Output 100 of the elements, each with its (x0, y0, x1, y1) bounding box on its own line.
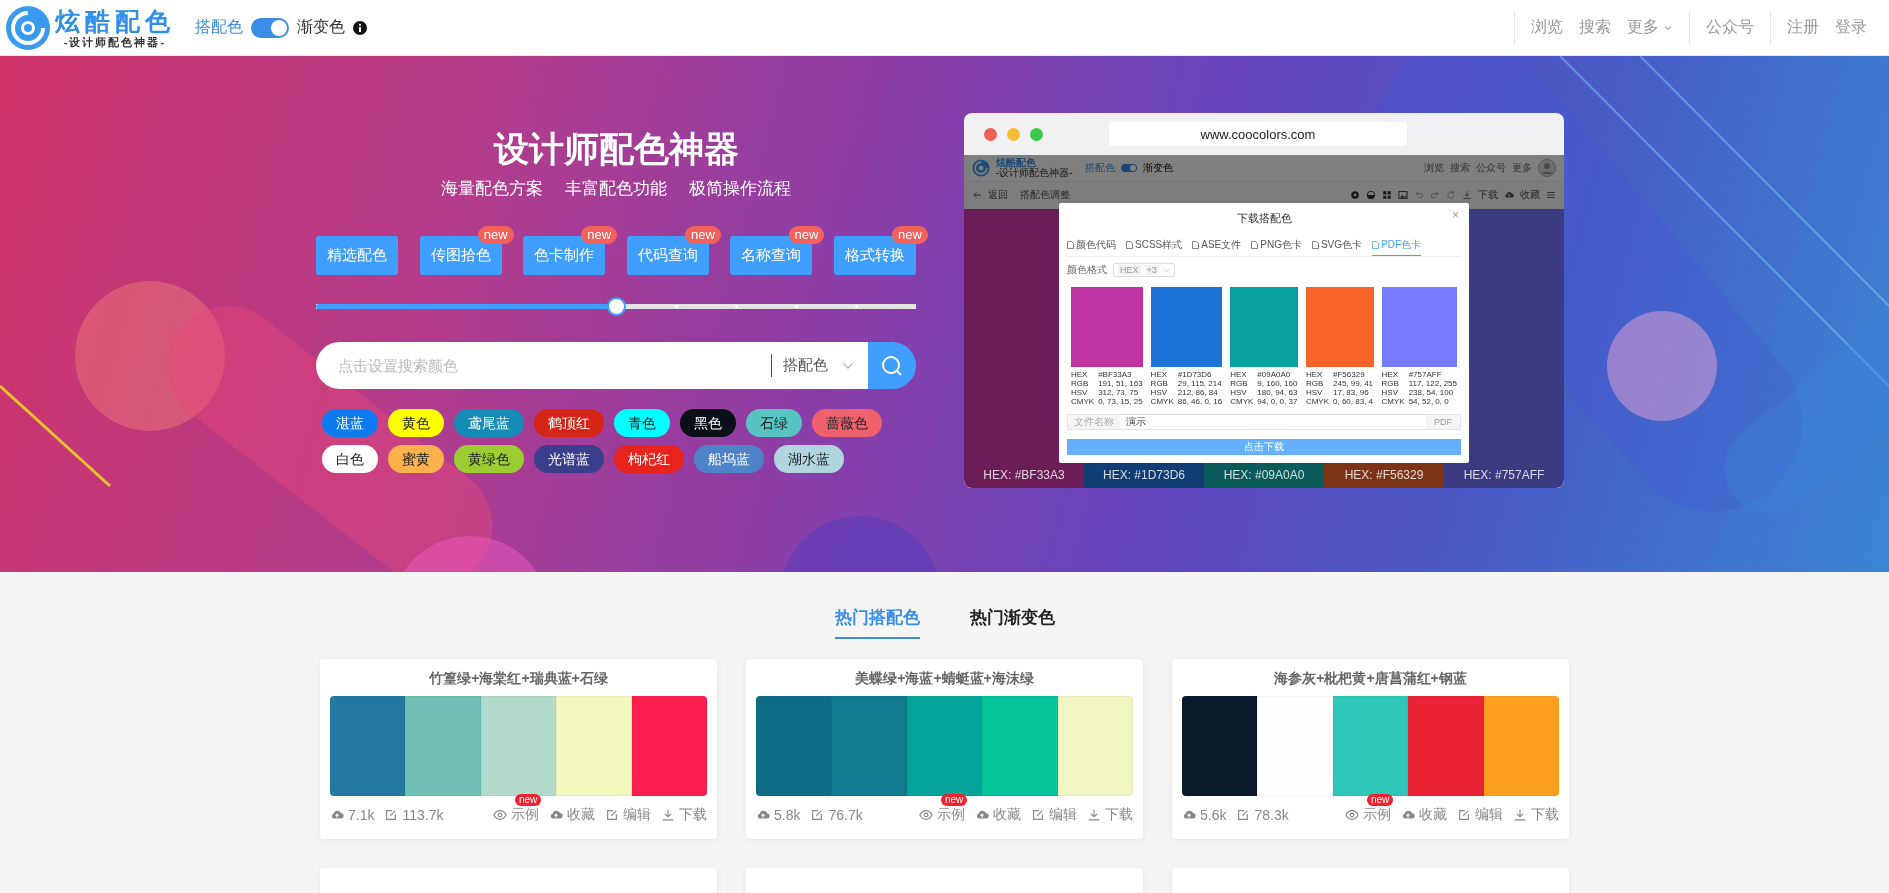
close-button[interactable]: × (1452, 208, 1459, 222)
nav-link[interactable]: 搜索 (1579, 17, 1611, 38)
dialog-tab[interactable]: 颜色代码 (1067, 236, 1116, 256)
card-action[interactable]: 示例 (511, 806, 539, 824)
hex-label: HEX: #09A0A0 (1223, 468, 1305, 482)
refresh-icon (1446, 190, 1456, 200)
mode-toggle[interactable] (1120, 164, 1137, 172)
tool-button[interactable]: 精选配色 (316, 236, 398, 275)
search-field[interactable]: 点击设置搜索颜色 (316, 342, 771, 389)
color-swatch[interactable] (1408, 696, 1484, 796)
card-action[interactable]: 示例 (1363, 806, 1391, 824)
card-action[interactable]: 编辑 (623, 806, 651, 824)
minimize-dot[interactable] (1007, 127, 1020, 141)
nav-link[interactable]: 更多 (1512, 161, 1532, 175)
toggle-label[interactable]: 渐变色 (297, 17, 345, 38)
format-select[interactable]: HEX +3 (1113, 263, 1175, 277)
color-chip[interactable]: 湖水蓝 (774, 445, 844, 473)
section-tab[interactable]: 热门渐变色 (969, 606, 1055, 639)
color-chip[interactable]: 湛蓝 (322, 409, 378, 437)
code-value: 180, 94, 63 (1257, 388, 1298, 397)
code-value: 212, 86, 84 (1177, 388, 1219, 397)
stat-count: 5.8k (774, 807, 801, 823)
address-bar[interactable]: www.coocolors.com (1109, 122, 1407, 146)
color-swatch[interactable] (480, 696, 557, 796)
color-chip[interactable]: 船坞蓝 (694, 445, 764, 473)
section-tab[interactable]: 热门搭配色 (834, 606, 920, 639)
card-action[interactable]: 收藏 (567, 806, 595, 824)
color-chip[interactable]: 黄绿色 (454, 445, 524, 473)
maximize-dot[interactable] (1030, 127, 1043, 141)
dialog-tab[interactable]: SVG色卡 (1311, 236, 1363, 256)
color-chip[interactable]: 石绿 (746, 409, 802, 437)
new-badge: new (892, 226, 928, 244)
nav-link[interactable]: 更多 (1627, 17, 1673, 38)
color-chip[interactable]: 黑色 (680, 409, 736, 437)
color-swatch[interactable] (1483, 696, 1559, 796)
color-chip[interactable]: 枸杞红 (614, 445, 684, 473)
file-icon (1372, 241, 1380, 249)
color-swatch[interactable] (982, 696, 1058, 796)
nav-link[interactable]: 搜索 (1450, 161, 1470, 175)
color-chip[interactable]: 蔷薇色 (812, 409, 882, 437)
nav-link[interactable]: 公众号 (1706, 17, 1754, 38)
color-chip[interactable]: 黄色 (388, 409, 444, 437)
card-action[interactable]: 编辑 (1475, 806, 1503, 824)
color-swatch[interactable] (1182, 696, 1258, 796)
dialog-tab[interactable]: ASE文件 (1192, 236, 1242, 256)
eye-icon (493, 808, 507, 822)
logo-subtitle: -设计师配色神器- (63, 34, 167, 49)
filename-field[interactable]: 文件名称 演示 PDF (1067, 414, 1461, 430)
type-select[interactable]: 搭配色 (771, 342, 868, 389)
back-link[interactable]: 返回 (988, 188, 1008, 202)
search-button[interactable] (868, 342, 916, 389)
card-action[interactable]: 收藏 (1419, 806, 1447, 824)
chevron-down-icon (1162, 267, 1170, 273)
code-value: 17, 83, 96 (1333, 388, 1370, 397)
color-chip[interactable]: 鹤顶红 (534, 409, 604, 437)
toggle-label[interactable]: 搭配色 (1084, 161, 1115, 175)
grid-icon (1382, 190, 1392, 200)
download-icon (1462, 190, 1472, 200)
nav-link[interactable]: 登录 (1835, 17, 1867, 38)
color-swatch[interactable] (405, 696, 481, 796)
mode-toggle[interactable] (251, 17, 289, 38)
dialog-tab[interactable]: PDF色卡 (1372, 236, 1422, 256)
toggle-label[interactable]: 渐变色 (1142, 161, 1173, 175)
close-dot[interactable] (984, 127, 997, 141)
card-action[interactable]: 下载 (679, 806, 707, 824)
search-icon (881, 354, 903, 377)
color-swatch[interactable] (1057, 696, 1133, 796)
color-swatch[interactable] (556, 696, 632, 796)
nav-link[interactable]: 注册 (1787, 17, 1819, 38)
color-swatch[interactable] (831, 696, 907, 796)
color-chip[interactable]: 青色 (614, 409, 670, 437)
dialog-tab[interactable]: PNG色卡 (1251, 236, 1302, 256)
color-swatch[interactable] (756, 696, 832, 796)
toolbar-link[interactable]: 下载 (1478, 188, 1498, 202)
card-action[interactable]: 编辑 (1049, 806, 1077, 824)
color-chip[interactable]: 白色 (322, 445, 378, 473)
color-swatch[interactable] (330, 696, 406, 796)
toolbar-link[interactable]: 收藏 (1520, 188, 1540, 202)
color-swatch[interactable] (1332, 696, 1409, 796)
slider-thumb[interactable] (607, 297, 626, 316)
nav-link[interactable]: 浏览 (1531, 17, 1563, 38)
toggle-label[interactable]: 搭配色 (195, 17, 243, 38)
color-chip[interactable]: 光谱蓝 (534, 445, 604, 473)
card-action[interactable]: 收藏 (993, 806, 1021, 824)
new-badge: new (684, 226, 721, 244)
card-action[interactable]: 下载 (1531, 806, 1559, 824)
card-action[interactable]: 示例 (937, 806, 965, 824)
nav-link[interactable]: 公众号 (1476, 161, 1506, 175)
color-chip[interactable]: 蜜黄 (388, 445, 444, 473)
download-button[interactable]: 点击下载 (1067, 439, 1461, 455)
download-icon (1513, 808, 1527, 822)
color-swatch[interactable] (1257, 696, 1333, 796)
color-swatch[interactable] (631, 696, 707, 796)
dialog-tab[interactable]: SCSS样式 (1126, 236, 1183, 256)
card-action[interactable]: 下载 (1105, 806, 1133, 824)
color-chip[interactable]: 鸢尾蓝 (454, 409, 524, 437)
code-label: CMYK (1230, 397, 1254, 406)
color-swatch[interactable] (906, 696, 983, 796)
code-value: #BF33A3 (1098, 370, 1133, 379)
nav-link[interactable]: 浏览 (1424, 161, 1444, 175)
